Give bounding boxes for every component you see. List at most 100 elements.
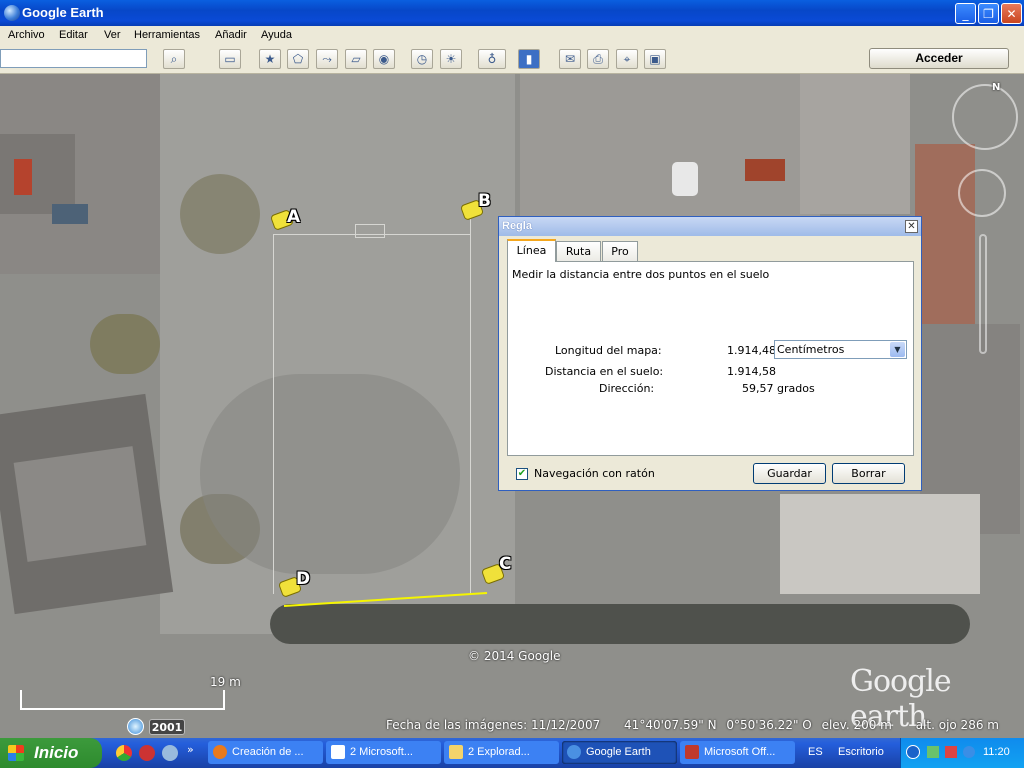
tray-ie-icon[interactable] [963, 746, 975, 758]
menu-editar[interactable]: Editar [59, 29, 88, 41]
ruler-icon[interactable]: ▮ [518, 49, 540, 69]
quicklaunch-chevron-icon[interactable]: » [187, 743, 194, 756]
ruler-dialog-close-icon[interactable]: ✕ [905, 220, 918, 233]
taskbar-item-word[interactable]: 2 Microsoft... [326, 741, 441, 764]
search-icon[interactable]: ⌕ [163, 49, 185, 69]
map-length-value: 1.914,48 [727, 344, 776, 357]
mouse-navigation-label[interactable]: Navegación con ratón [534, 467, 655, 480]
chevron-down-icon[interactable]: ▼ [890, 342, 905, 357]
copyright-text: © 2014 Google [468, 649, 561, 663]
start-label: Inicio [34, 743, 79, 762]
desktop-toolbar-label[interactable]: Escritorio [838, 746, 884, 758]
menu-ayuda[interactable]: Ayuda [261, 29, 292, 41]
task-label: 2 Microsoft... [350, 746, 413, 758]
status-line: Fecha de las imágenes: 11/12/2007 41°40'… [386, 718, 1019, 732]
close-button[interactable]: ✕ [1001, 3, 1022, 24]
language-indicator[interactable]: ES [808, 746, 823, 758]
toolbar: ⌕ ▭ ★ ⬠ ⤳ ▱ ◉ ◷ ☀ ♁ ▮ ✉ ⎙ ⌖ ▣ Acceder [0, 46, 1024, 74]
word-icon [331, 745, 345, 759]
historical-imagery-clock-icon[interactable] [127, 718, 144, 735]
compass-north-label: N [992, 82, 1001, 93]
placemark-a-label[interactable]: A [287, 207, 300, 227]
office-icon [685, 745, 699, 759]
longitude-readout: 0°50'36.22" O [726, 718, 812, 732]
google-earth-app-icon [4, 5, 20, 21]
taskbar-item-google-earth[interactable]: Google Earth [562, 741, 677, 764]
task-label: 2 Explorad... [468, 746, 530, 758]
taskbar-item-explorer[interactable]: 2 Explorad... [444, 741, 559, 764]
start-button[interactable]: Inicio [0, 738, 102, 768]
menu-ver[interactable]: Ver [104, 29, 121, 41]
task-label: Google Earth [586, 746, 651, 758]
tray-expand-icon[interactable] [906, 745, 920, 759]
search-input[interactable] [0, 49, 147, 68]
tab-linea[interactable]: Línea [507, 239, 556, 262]
sunlight-icon[interactable]: ☀ [440, 49, 462, 69]
menu-bar: Archivo Editar Ver Herramientas Añadir A… [0, 26, 1024, 46]
latitude-readout: 41°40'07.59" N [624, 718, 717, 732]
email-icon[interactable]: ✉ [559, 49, 581, 69]
print-icon[interactable]: ⎙ [587, 49, 609, 69]
map-length-label: Longitud del mapa: [555, 344, 662, 357]
show-in-maps-icon[interactable]: ⌖ [616, 49, 638, 69]
minimize-button[interactable]: _ [955, 3, 976, 24]
clock: 11:20 [983, 746, 1010, 758]
menu-herramientas[interactable]: Herramientas [134, 29, 200, 41]
tab-pro[interactable]: Pro [602, 241, 638, 261]
maximize-button[interactable]: ❐ [978, 3, 999, 24]
record-tour-icon[interactable]: ◉ [373, 49, 395, 69]
mouse-navigation-checkbox[interactable]: ✔ [516, 468, 528, 480]
save-image-icon[interactable]: ▣ [644, 49, 666, 69]
ruler-dialog-titlebar[interactable]: Regla ✕ [499, 217, 921, 236]
tray-security-icon[interactable] [945, 746, 957, 758]
title-bar: Google Earth _ ❐ ✕ [0, 0, 1024, 26]
historical-imagery-icon[interactable]: ◷ [411, 49, 433, 69]
menu-archivo[interactable]: Archivo [8, 29, 45, 41]
ruler-description: Medir la distancia entre dos puntos en e… [512, 268, 770, 281]
ruler-dialog-title: Regla [502, 220, 532, 232]
compass-ring[interactable] [952, 84, 1018, 150]
zoom-slider[interactable] [979, 234, 987, 354]
windows-logo-icon [8, 745, 24, 761]
clear-button[interactable]: Borrar [832, 463, 905, 484]
units-selected-value: Centímetros [777, 343, 845, 356]
ruler-dialog: Regla ✕ Línea Ruta Pro Medir la distanci… [498, 216, 922, 491]
google-earth-icon [567, 745, 581, 759]
heading-value: 59,57 grados [742, 382, 815, 395]
polygon-icon[interactable]: ⬠ [287, 49, 309, 69]
taskbar: Inicio » Creación de ... 2 Microsoft... … [0, 738, 1024, 768]
save-button[interactable]: Guardar [753, 463, 826, 484]
folder-icon [449, 745, 463, 759]
scale-label: 19 m [210, 675, 241, 689]
placemark-c-label[interactable]: C [499, 554, 511, 574]
chrome-icon[interactable] [116, 745, 132, 761]
imagery-date: Fecha de las imágenes: 11/12/2007 [386, 718, 601, 732]
task-label: Microsoft Off... [704, 746, 776, 758]
eye-altitude-readout: alt. ojo 286 m [915, 718, 999, 732]
units-select[interactable]: Centímetros ▼ [774, 340, 907, 359]
placemark-d-label[interactable]: D [296, 569, 310, 589]
menu-anadir[interactable]: Añadir [215, 29, 247, 41]
placemark-b-label[interactable]: B [478, 191, 491, 211]
task-label: Creación de ... [232, 746, 304, 758]
opera-icon[interactable] [139, 745, 155, 761]
firefox-icon [213, 745, 227, 759]
heading-label: Dirección: [599, 382, 655, 395]
network-icon[interactable] [162, 745, 178, 761]
taskbar-item-office[interactable]: Microsoft Off... [680, 741, 795, 764]
imagery-year-badge[interactable]: 2001 [149, 719, 185, 735]
sign-in-button[interactable]: Acceder [869, 48, 1009, 69]
ground-distance-label: Distancia en el suelo: [545, 365, 664, 378]
sidebar-icon[interactable]: ▭ [219, 49, 241, 69]
path-icon[interactable]: ⤳ [316, 49, 338, 69]
window-title: Google Earth [22, 5, 104, 20]
look-joystick[interactable] [958, 169, 1006, 217]
scale-bar [20, 690, 225, 710]
overlay-icon[interactable]: ▱ [345, 49, 367, 69]
planets-icon[interactable]: ♁ [478, 49, 506, 69]
tab-ruta[interactable]: Ruta [556, 241, 601, 261]
tray-app-icon[interactable] [927, 746, 939, 758]
placemark-icon[interactable]: ★ [259, 49, 281, 69]
taskbar-item-firefox[interactable]: Creación de ... [208, 741, 323, 764]
elevation-readout: elev. 200 m [821, 718, 892, 732]
